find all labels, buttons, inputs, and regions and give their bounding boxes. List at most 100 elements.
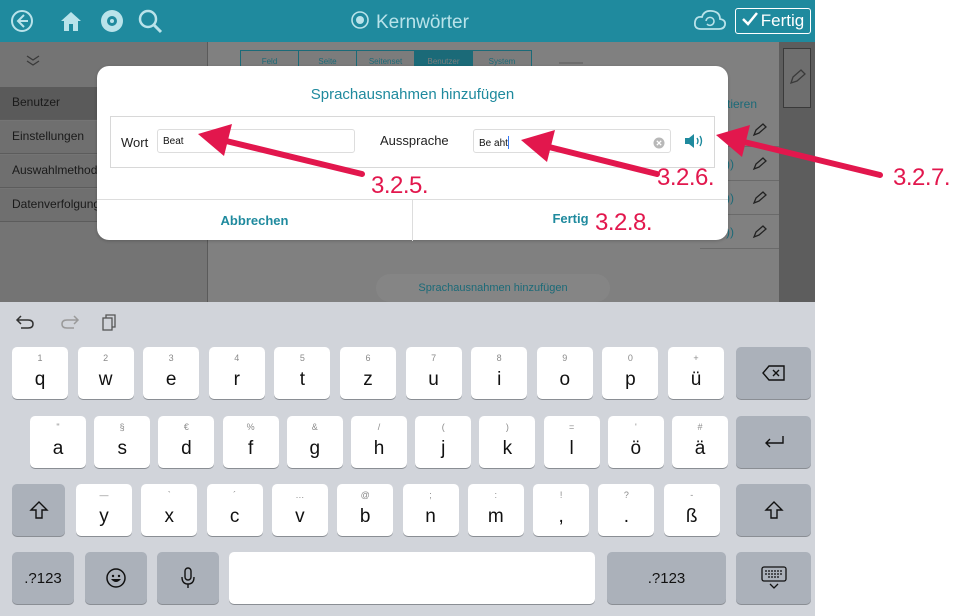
key-primary-label: j — [441, 438, 446, 459]
key-secondary-label: § — [119, 422, 125, 432]
key-secondary-label: : — [494, 490, 498, 500]
space-key[interactable] — [229, 552, 595, 604]
shift-icon — [736, 484, 811, 536]
shift-key-right[interactable] — [736, 484, 811, 536]
onscreen-keyboard: 1 q 2 w 3 e 4 r 5 t 6 z 7 u 8 i 9 o 0 p + ü " a § s € d% f & g / h(j) k =… — [0, 302, 815, 616]
key-ü[interactable]: + ü — [668, 347, 724, 399]
key-c[interactable]: ´ c — [206, 484, 263, 536]
key-secondary-label: 4 — [234, 353, 240, 363]
key-v[interactable]: … v — [271, 484, 328, 536]
add-exception-button[interactable]: Sprachausnahmen hinzufügen — [376, 274, 610, 302]
key-o[interactable]: 9o — [536, 347, 593, 399]
word-value: Beat — [163, 136, 184, 147]
search-icon[interactable] — [136, 7, 164, 35]
key-h[interactable]: / h — [351, 416, 407, 468]
numbers-key-label: .?123 — [24, 569, 62, 587]
key-secondary-label: 2 — [103, 353, 109, 363]
app-title: Kernwörter — [350, 10, 469, 36]
key-primary-label: ö — [630, 438, 642, 459]
numbers-key-right[interactable]: .?123 — [607, 552, 726, 604]
key-m[interactable]: :m — [467, 484, 524, 536]
key-g[interactable]: & g — [286, 416, 343, 468]
key-secondary-label: 1 — [37, 353, 43, 363]
shift-icon — [12, 484, 65, 536]
edit-pencil-icon[interactable] — [752, 191, 768, 210]
clear-field-icon[interactable] — [653, 136, 665, 154]
key-d[interactable]: € d — [158, 416, 215, 468]
key-a[interactable]: " a — [30, 416, 86, 468]
key-n[interactable]: ; n — [402, 484, 459, 536]
key-ß[interactable]: -ß — [663, 484, 720, 536]
key-secondary-label: # — [697, 422, 703, 432]
key-w[interactable]: 2w — [77, 347, 134, 399]
home-icon[interactable] — [57, 7, 85, 35]
word-field[interactable]: Beat — [157, 129, 355, 153]
dictation-key[interactable] — [157, 552, 219, 604]
key-i[interactable]: 8i — [471, 347, 528, 399]
key-p[interactable]: 0p — [602, 347, 659, 399]
key-primary-label: x — [164, 506, 175, 527]
key-secondary-label: % — [246, 422, 255, 432]
keyboard-dismiss-icon — [736, 552, 811, 604]
key-primary-label: d — [181, 438, 192, 459]
key-u[interactable]: 7u — [405, 347, 462, 399]
key-j[interactable]: (j — [415, 416, 472, 468]
key-secondary-label: @ — [360, 490, 370, 500]
emoji-key[interactable] — [85, 552, 147, 604]
key-secondary-label: - — [690, 490, 694, 500]
key-b[interactable]: @ b — [337, 484, 394, 536]
key-.[interactable]: ?. — [598, 484, 655, 536]
redo-icon[interactable] — [60, 314, 80, 334]
key-,[interactable]: !, — [533, 484, 590, 536]
key-y[interactable]: — y — [76, 484, 132, 536]
numbers-key-left[interactable]: .?123 — [12, 552, 74, 604]
edit-pencil-icon[interactable] — [752, 123, 768, 142]
edit-pencil-icon[interactable] — [752, 157, 768, 176]
key-q[interactable]: 1q — [12, 347, 68, 399]
top-done-button[interactable]: Fertig — [735, 8, 811, 34]
top-toolbar: Kernwörter Fertig — [0, 0, 815, 42]
key-k[interactable]: ) k — [479, 416, 536, 468]
key-primary-label: s — [117, 438, 127, 459]
target-icon — [350, 10, 370, 36]
key-secondary-label: & — [311, 422, 318, 432]
cloud-sync-icon[interactable] — [692, 7, 728, 35]
annotation-label: 3.2.6. — [657, 164, 715, 191]
backspace-key[interactable] — [736, 347, 811, 399]
key-primary-label: w — [98, 369, 113, 390]
edit-pencil-icon[interactable] — [752, 225, 768, 244]
dashboard-icon[interactable] — [98, 7, 126, 35]
key-t[interactable]: 5t — [274, 347, 331, 399]
microphone-icon — [157, 552, 219, 604]
shift-key-left[interactable] — [12, 484, 65, 536]
return-key[interactable] — [736, 416, 811, 468]
key-primary-label: , — [558, 506, 564, 527]
key-primary-label: ß — [685, 506, 698, 527]
key-secondary-label: " — [56, 422, 60, 432]
key-primary-label: r — [233, 369, 240, 390]
key-primary-label: o — [559, 369, 571, 390]
back-circle-icon[interactable] — [8, 7, 36, 35]
key-ä[interactable]: # ä — [672, 416, 728, 468]
key-e[interactable]: 3e — [143, 347, 200, 399]
key-x[interactable]: ` x — [141, 484, 198, 536]
key-ö[interactable]: ' ö — [607, 416, 664, 468]
key-f[interactable]: % f — [222, 416, 279, 468]
dialog-done-button[interactable]: Fertig — [413, 200, 728, 241]
key-s[interactable]: § s — [94, 416, 151, 468]
hide-keyboard-key[interactable] — [736, 552, 811, 604]
pronunciation-field[interactable]: Be aht — [473, 129, 671, 153]
collapse-chevron-icon[interactable] — [26, 54, 40, 70]
key-primary-label: z — [363, 369, 373, 390]
key-primary-label: a — [52, 438, 64, 459]
key-l[interactable]: = l — [543, 416, 600, 468]
edit-mode-button[interactable] — [783, 48, 811, 108]
speaker-play-icon[interactable] — [684, 133, 706, 154]
cancel-button[interactable]: Abbrechen — [97, 200, 412, 241]
undo-icon[interactable] — [15, 314, 35, 334]
key-r[interactable]: 4r — [208, 347, 265, 399]
key-secondary-label: … — [295, 490, 305, 500]
paste-icon[interactable] — [101, 314, 117, 336]
key-z[interactable]: 6z — [340, 347, 396, 399]
key-primary-label: c — [229, 506, 240, 527]
